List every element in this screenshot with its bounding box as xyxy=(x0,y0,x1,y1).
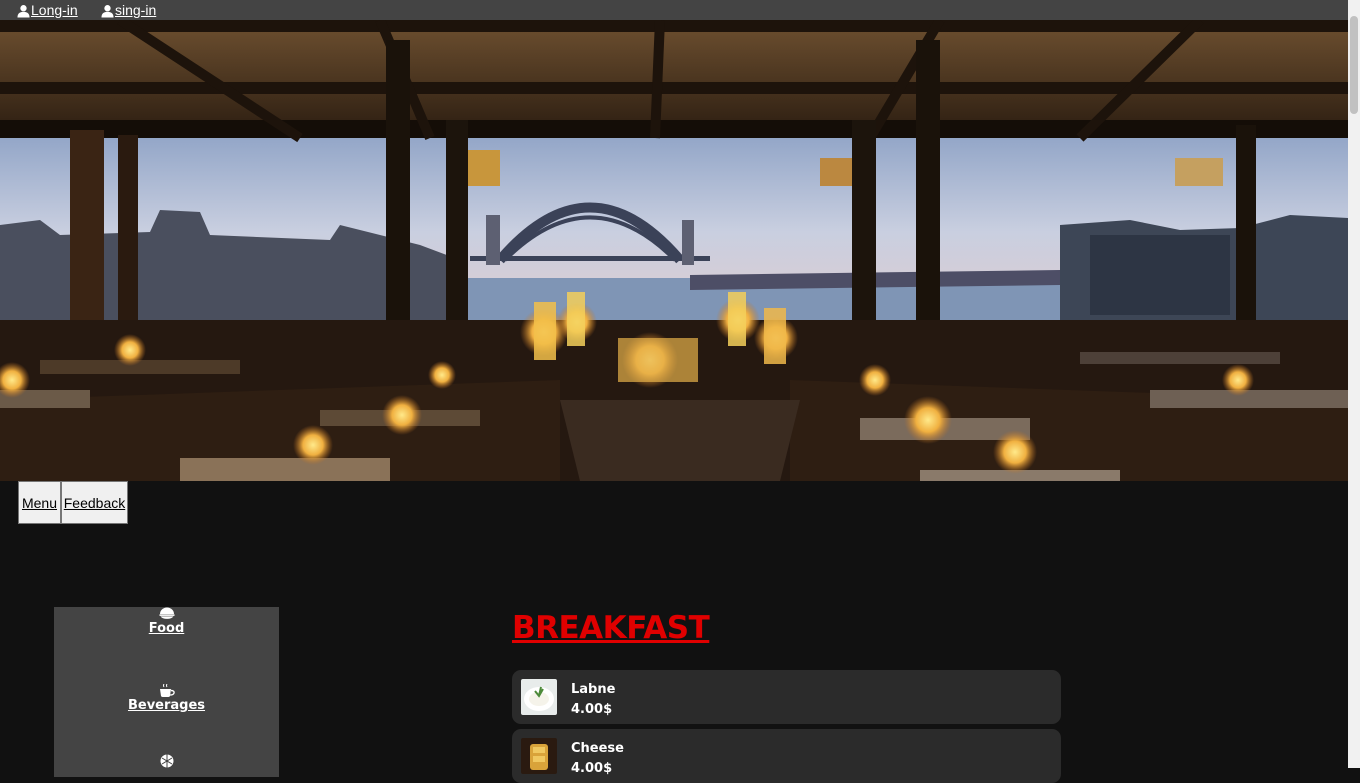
category-food-label: Food xyxy=(148,621,185,636)
login-link[interactable]: Long-in xyxy=(17,2,78,19)
tab-menu[interactable]: Menu xyxy=(18,481,61,524)
category-third[interactable] xyxy=(54,754,279,768)
top-bar: Long-in sing-in xyxy=(0,0,1348,20)
user-icon xyxy=(101,4,114,17)
category-beverages[interactable]: Beverages xyxy=(54,684,279,714)
menu-item-name: Cheese xyxy=(571,741,624,756)
bowl-icon xyxy=(159,607,174,619)
section-title-breakfast: BREAKFAST xyxy=(512,610,710,646)
cheese-photo xyxy=(521,738,557,774)
menu-item-name: Labne xyxy=(571,682,616,697)
restaurant-harbour-view-photo xyxy=(0,20,1348,481)
user-icon xyxy=(17,4,30,17)
menu-item-price: 4.00$ xyxy=(571,702,613,717)
category-beverages-label: Beverages xyxy=(127,698,206,713)
labne-photo xyxy=(521,679,557,715)
page-scrollbar[interactable] xyxy=(1348,0,1360,768)
nav-tabs: Menu Feedback xyxy=(18,481,128,524)
menu-item-cheese[interactable]: Cheese 4.00$ xyxy=(512,729,1061,783)
category-food[interactable]: Food xyxy=(54,607,279,637)
menu-item-labne[interactable]: Labne 4.00$ xyxy=(512,670,1061,724)
tab-feedback[interactable]: Feedback xyxy=(61,481,128,524)
scrollbar-thumb[interactable] xyxy=(1350,16,1358,114)
login-link-label: Long-in xyxy=(31,2,78,18)
signin-link-label: sing-in xyxy=(115,2,157,18)
menu-item-price: 4.00$ xyxy=(571,761,613,776)
category-sidebar: Food Beverages xyxy=(54,607,279,777)
signin-link[interactable]: sing-in xyxy=(101,2,156,19)
coffee-cup-icon xyxy=(159,684,175,697)
ball-icon xyxy=(160,754,173,768)
hero-image xyxy=(0,20,1348,481)
